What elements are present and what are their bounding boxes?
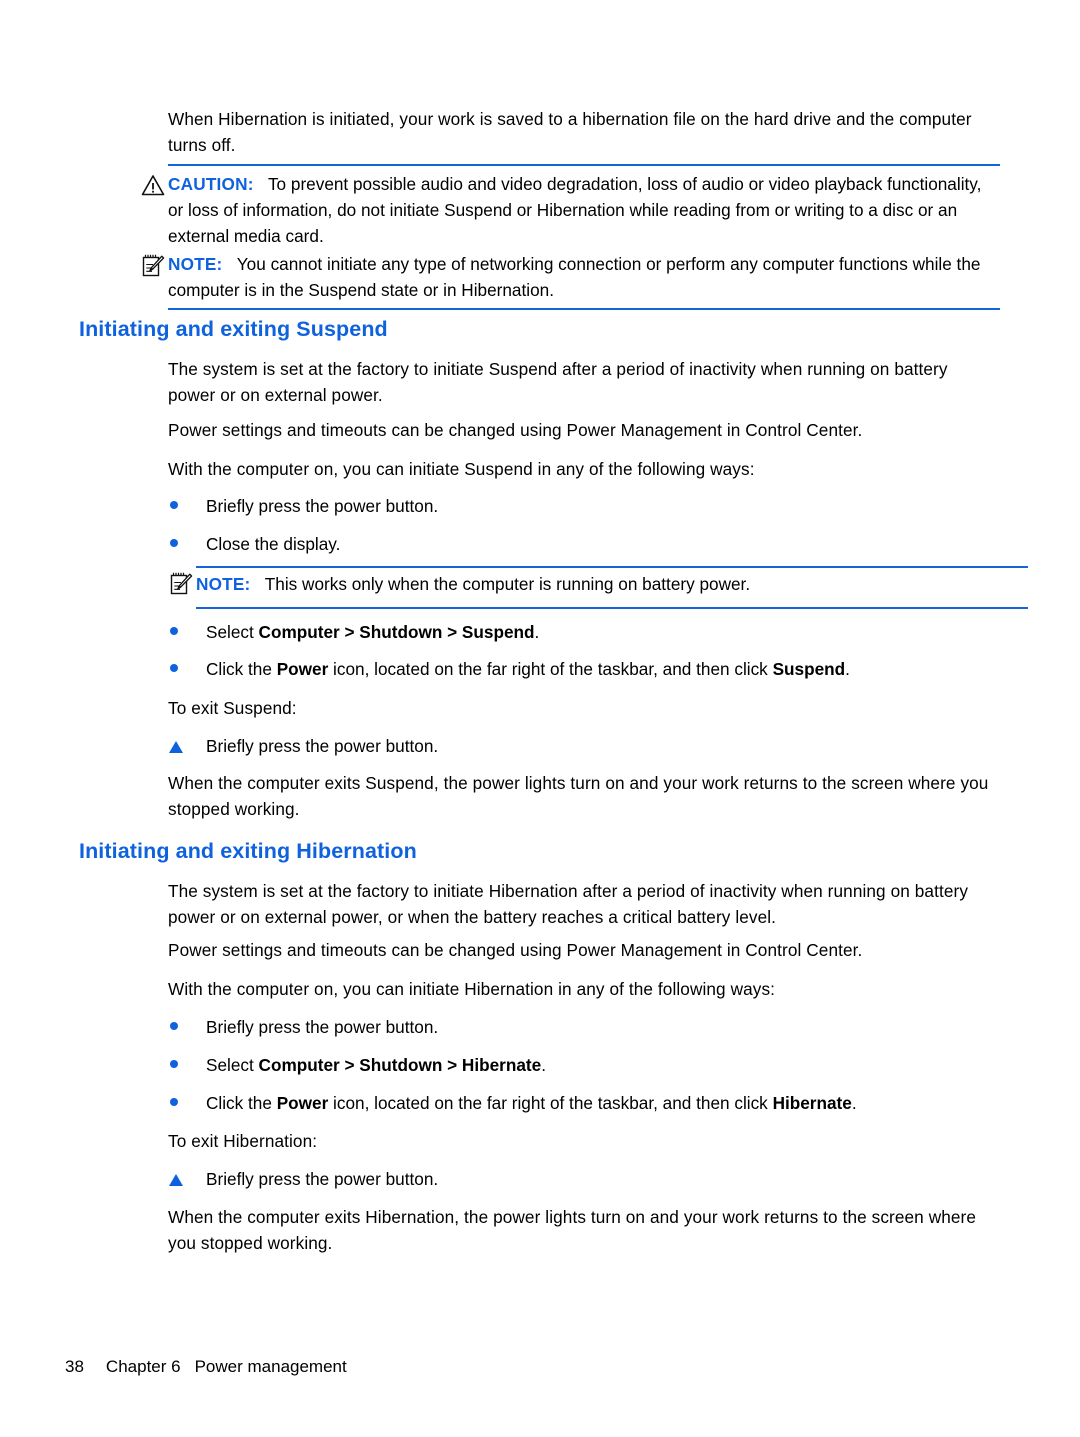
bullet-dot-icon	[168, 531, 190, 557]
bullet-triangle-icon	[168, 1166, 190, 1192]
bullet-dot-icon	[168, 1052, 190, 1078]
note-rule-bottom-suspend	[196, 607, 1028, 609]
caution-body: To prevent possible audio and video degr…	[168, 174, 982, 246]
document-page: When Hibernation is initiated, your work…	[0, 0, 1080, 1437]
caution-label: CAUTION:	[168, 174, 254, 194]
suspend-closing-paragraph: When the computer exits Suspend, the pow…	[168, 773, 989, 819]
list-item-label: Click the Power icon, located on the far…	[206, 1093, 857, 1113]
list-item-label: Briefly press the power button.	[206, 496, 439, 516]
bullet-dot-icon	[168, 1014, 190, 1040]
bullet-dot-icon	[168, 619, 190, 645]
suspend-paragraph-2: Power settings and timeouts can be chang…	[168, 420, 863, 440]
list-item-label: Click the Power icon, located on the far…	[206, 659, 850, 679]
caution-rule-top	[168, 164, 1000, 166]
note-body-top: You cannot initiate any type of networki…	[168, 254, 981, 300]
caution-text-block: CAUTION: To prevent possible audio and v…	[168, 171, 1000, 249]
page-footer: 38 Chapter 6 Power management	[65, 1357, 347, 1377]
page-number: 38	[65, 1357, 84, 1376]
note-text-block-top: NOTE: You cannot initiate any type of ne…	[168, 251, 1000, 303]
list-item-label: Select Computer > Shutdown > Suspend.	[206, 622, 540, 642]
bullet-triangle-icon	[168, 733, 190, 759]
hibernation-paragraph-2: Power settings and timeouts can be chang…	[168, 940, 863, 960]
heading-initiating-exiting-suspend: Initiating and exiting Suspend	[79, 317, 388, 341]
note-label-top: NOTE:	[168, 254, 223, 274]
hibernation-paragraph-1: The system is set at the factory to init…	[168, 881, 969, 927]
note-pad-pencil-icon	[168, 570, 194, 596]
suspend-exit-label: To exit Suspend:	[168, 698, 297, 718]
footer-chapter-label: Chapter 6	[105, 1357, 181, 1376]
heading-initiating-exiting-hibernation: Initiating and exiting Hibernation	[79, 839, 417, 863]
note-text-block-suspend: NOTE: This works only when the computer …	[196, 571, 1028, 597]
bullet-dot-icon	[168, 493, 190, 519]
footer-chapter-title: Power management	[194, 1357, 347, 1376]
hibernation-exit-label: To exit Hibernation:	[168, 1131, 318, 1151]
intro-paragraph: When Hibernation is initiated, your work…	[168, 109, 972, 155]
hibernation-paragraph-3: With the computer on, you can initiate H…	[168, 979, 776, 999]
suspend-paragraph-1: The system is set at the factory to init…	[168, 359, 948, 405]
bullet-dot-icon	[168, 656, 190, 682]
note-rule-top-suspend	[196, 566, 1028, 568]
note-rule-bottom-top	[168, 308, 1000, 310]
list-item-label: Briefly press the power button.	[206, 1169, 439, 1189]
bullet-dot-icon	[168, 1090, 190, 1116]
list-item-label: Briefly press the power button.	[206, 736, 439, 756]
note-label-suspend: NOTE:	[196, 574, 251, 594]
hibernation-closing-paragraph: When the computer exits Hibernation, the…	[168, 1207, 977, 1253]
note-body-suspend: This works only when the computer is run…	[264, 574, 751, 594]
list-item-label: Briefly press the power button.	[206, 1017, 439, 1037]
note-pad-pencil-icon	[140, 252, 166, 278]
list-item-label: Select Computer > Shutdown > Hibernate.	[206, 1055, 546, 1075]
suspend-paragraph-3: With the computer on, you can initiate S…	[168, 459, 755, 479]
warning-triangle-icon	[140, 172, 166, 198]
list-item-label: Close the display.	[206, 534, 341, 554]
